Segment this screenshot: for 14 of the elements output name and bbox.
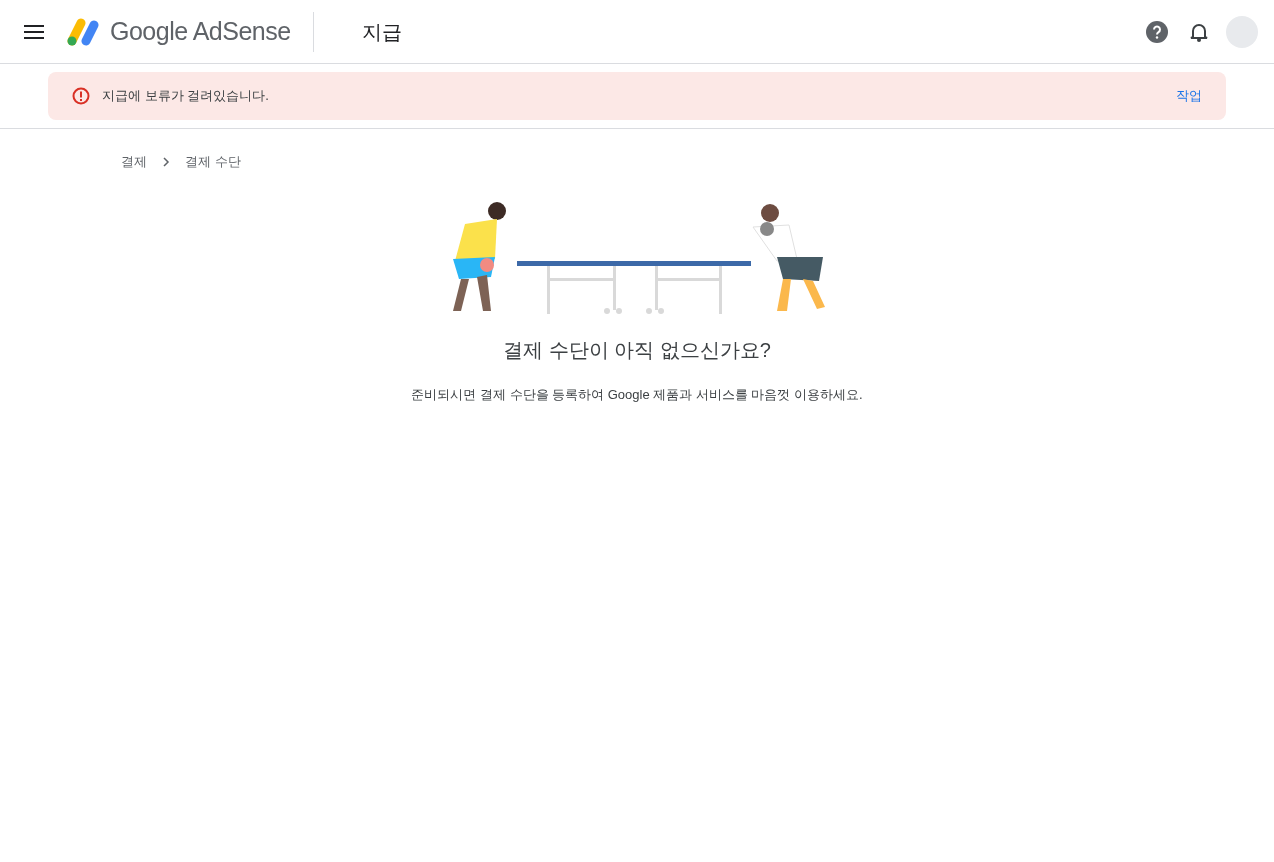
page-title: 지급 [361,19,402,45]
alert-action-link[interactable]: 작업 [1176,86,1202,106]
logo-icon [66,16,100,47]
breadcrumb-link[interactable]: 결제 [121,152,147,172]
chevron-right-icon [162,157,170,167]
brand-name: Google AdSense [110,15,291,47]
error-icon [72,87,90,105]
empty-state-title: 결제 수단이 아직 없으신가요? [503,338,771,363]
empty-state-description: 준비되시면 결제 수단을 등록하여 Google 제품과 서비스를 마음껏 이용하세요. [411,386,863,404]
help-icon[interactable] [1146,20,1168,43]
breadcrumb-link[interactable]: 결제 수단 [185,152,241,172]
notification-bell-icon[interactable] [1190,21,1208,42]
menu-icon[interactable] [24,24,44,39]
alert-message: 지급에 보류가 걸려있습니다. [102,87,269,106]
